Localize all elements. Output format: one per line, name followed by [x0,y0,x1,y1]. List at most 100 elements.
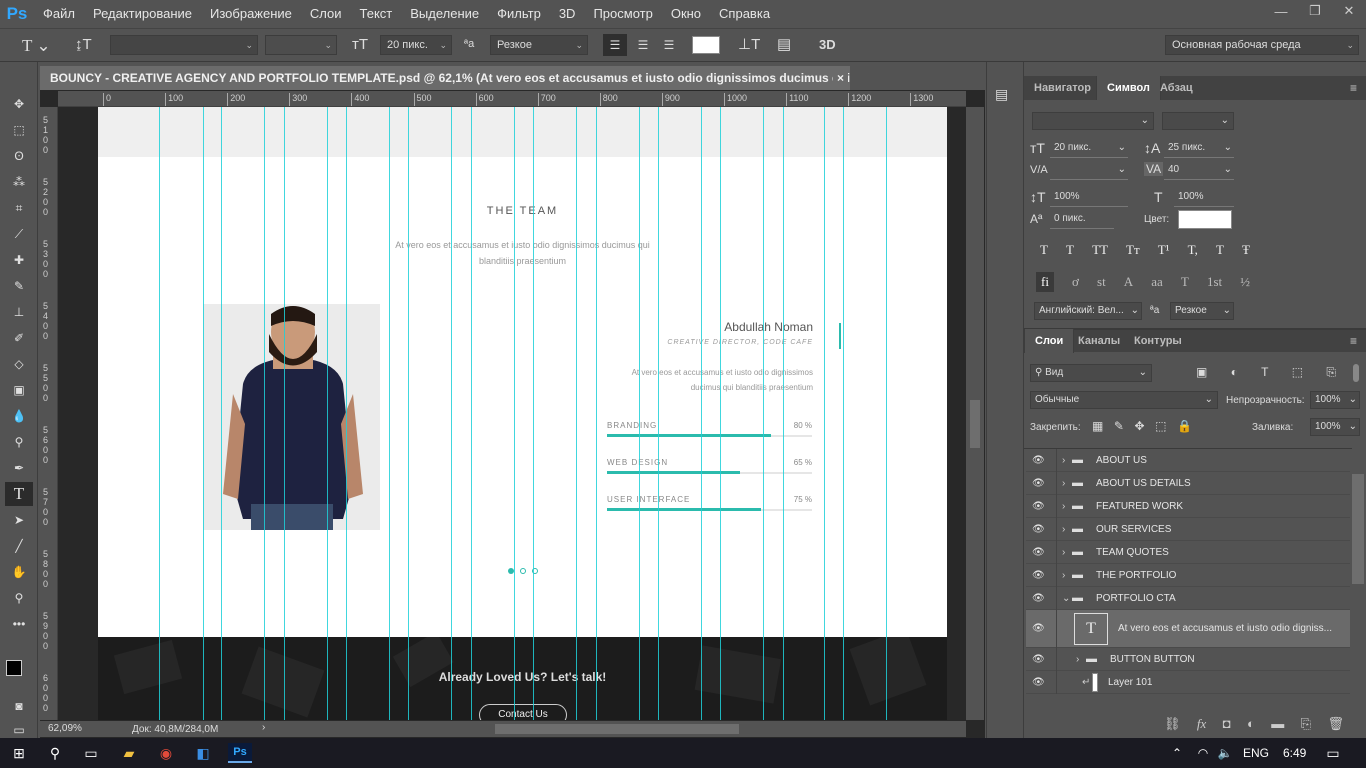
lock-all-icon[interactable]: 🔒 [1177,419,1192,433]
guide-line[interactable] [763,107,764,720]
close-doc-icon[interactable]: × [833,66,849,90]
vscroll-thumb[interactable] [970,400,980,448]
lock-pixels-icon[interactable]: ✎ [1114,419,1124,433]
notifications-icon[interactable]: ▭ [1322,743,1344,763]
lock-artboard-icon[interactable]: ⬚ [1155,419,1166,433]
visibility-eye-icon[interactable]: 👁 [1032,623,1045,634]
tab-navigator[interactable]: Навигатор [1024,76,1101,100]
char-hscale[interactable]: 100% [1174,189,1234,207]
guide-line[interactable] [203,107,204,720]
quick-mask-icon[interactable]: ◙ [5,694,33,718]
font-size-select[interactable]: 20 пикс. ⌄ [380,35,452,55]
brush-tool-icon[interactable]: ✎ [5,274,33,298]
pen-tool-icon[interactable]: ✒ [5,456,33,480]
quick-select-tool-icon[interactable]: ⁂ [5,170,33,194]
photoshop-taskbar-icon[interactable]: Ps [228,743,252,763]
lock-position-icon[interactable]: ✥ [1135,419,1145,433]
horizontal-scrollbar[interactable] [275,721,966,737]
hand-tool-icon[interactable]: ✋ [5,560,33,584]
menu-help[interactable]: Справка [710,0,779,28]
layers-scroll-thumb[interactable] [1352,474,1364,584]
char-style-button[interactable]: T [1040,242,1048,260]
fill-field[interactable]: 100% ⌄ [1310,418,1360,436]
font-family-select[interactable]: ⌄ [110,35,258,55]
layers-menu-icon[interactable]: ≡ [1350,334,1357,348]
lasso-tool-icon[interactable]: ʘ [5,144,33,168]
windows-start-icon[interactable]: ⊞ [8,743,30,763]
menu-type[interactable]: Текст [351,0,402,28]
panel-menu-icon[interactable]: ≡ [1350,81,1357,95]
layer-row[interactable]: 👁 › ▬ BUTTON BUTTON [1026,648,1350,671]
filter-toggle[interactable] [1353,364,1359,382]
chrome-icon[interactable]: ◉ [155,743,177,763]
line-tool-icon[interactable]: ╱ [5,534,33,558]
eyedropper-tool-icon[interactable]: ⟋ [5,222,33,246]
path-select-tool-icon[interactable]: ➤ [5,508,33,532]
crop-tool-icon[interactable]: ⌗ [5,196,33,220]
new-layer-icon[interactable]: ⎘ [1301,716,1311,732]
language-indicator[interactable]: ENG [1243,746,1269,760]
vertical-ruler[interactable]: 5 1 0 0 5 2 0 0 5 3 0 0 5 4 0 0 5 5 0 0 5 6 0… [40,107,58,720]
guide-line[interactable] [824,107,825,720]
char-antialias[interactable]: Резкое ⌄ [1170,302,1234,320]
visibility-eye-icon[interactable]: 👁 [1032,455,1045,466]
align-left-icon[interactable]: ☰ [603,34,627,56]
healing-tool-icon[interactable]: ✚ [5,248,33,272]
layer-row[interactable]: 👁 › ▬ ABOUT US DETAILS [1026,472,1350,495]
char-font-family[interactable]: ⌄ [1032,112,1154,130]
menu-3d[interactable]: 3D [550,0,585,28]
char-style-button[interactable]: Ŧ [1242,242,1250,260]
more-tools-icon[interactable]: ••• [5,612,33,636]
zoom-level[interactable]: 62,09% [48,723,82,734]
char-size[interactable]: 20 пикс. ⌄ [1050,140,1128,158]
tray-up-icon[interactable]: ⌃ [1166,743,1188,763]
tab-paths[interactable]: Контуры [1124,329,1192,353]
menu-view[interactable]: Просмотр [584,0,661,28]
hscroll-thumb[interactable] [495,724,739,734]
add-mask-icon[interactable]: ◘ [1223,716,1231,732]
lock-transparent-icon[interactable]: ▦ [1092,419,1103,433]
guide-line[interactable] [576,107,577,720]
guide-line[interactable] [346,107,347,720]
history-brush-icon[interactable]: ✐ [5,326,33,350]
menu-filter[interactable]: Фильтр [488,0,550,28]
layer-row[interactable]: 👁 › ▬ TEAM QUOTES [1026,541,1350,564]
task-view-icon[interactable]: ▭ [80,743,102,763]
layer-row[interactable]: 👁 ⌄ ▬ PORTFOLIO CTA [1026,587,1350,610]
expand-chevron-icon[interactable]: › [1062,524,1065,535]
char-style-button[interactable]: T, [1188,242,1198,260]
char-baseline[interactable]: 0 пикс. [1050,211,1114,229]
warp-text-icon[interactable]: ⊥T [738,35,760,53]
restore-icon[interactable]: ❐ [1298,0,1332,22]
delete-layer-icon[interactable]: 🗑 [1327,716,1344,732]
filter-shape-icon[interactable]: ⬚ [1292,365,1303,380]
toggle-orientation-icon[interactable]: ↨T [75,36,92,53]
guide-line[interactable] [639,107,640,720]
menu-file[interactable]: Файл [34,0,84,28]
foreground-color-swatch[interactable] [6,660,22,676]
document-tab[interactable]: BOUNCY - CREATIVE AGENCY AND PORTFOLIO T… [40,66,850,90]
guide-line[interactable] [451,107,452,720]
menu-select[interactable]: Выделение [401,0,488,28]
tab-layers[interactable]: Слои [1024,329,1075,353]
visibility-eye-icon[interactable]: 👁 [1032,677,1045,688]
vertical-scrollbar[interactable] [966,107,984,720]
guide-line[interactable] [264,107,265,720]
new-group-icon[interactable]: ▬ [1271,716,1284,732]
wifi-icon[interactable]: ◠ [1192,743,1214,763]
blur-tool-icon[interactable]: 💧 [5,404,33,428]
3d-button[interactable]: 3D [819,37,836,52]
align-right-icon[interactable]: ☰ [657,34,681,56]
expand-chevron-icon[interactable]: › [1062,478,1065,489]
link-layers-icon[interactable]: ⛓ [1164,716,1181,732]
char-vscale[interactable]: 100% [1050,189,1128,207]
visibility-eye-icon[interactable]: 👁 [1032,593,1045,604]
contact-us-button[interactable]: Contact Us [479,704,567,720]
canvas[interactable]: THE TEAM At vero eos et accusamus et ius… [58,107,966,720]
gradient-tool-icon[interactable]: ▣ [5,378,33,402]
eraser-tool-icon[interactable]: ◇ [5,352,33,376]
workspace-select[interactable]: Основная рабочая среда ⌄ [1165,35,1359,55]
blend-mode-select[interactable]: Обычные ⌄ [1030,391,1218,409]
expand-chevron-icon[interactable]: ⌄ [1062,593,1070,604]
guide-line[interactable] [159,107,160,720]
